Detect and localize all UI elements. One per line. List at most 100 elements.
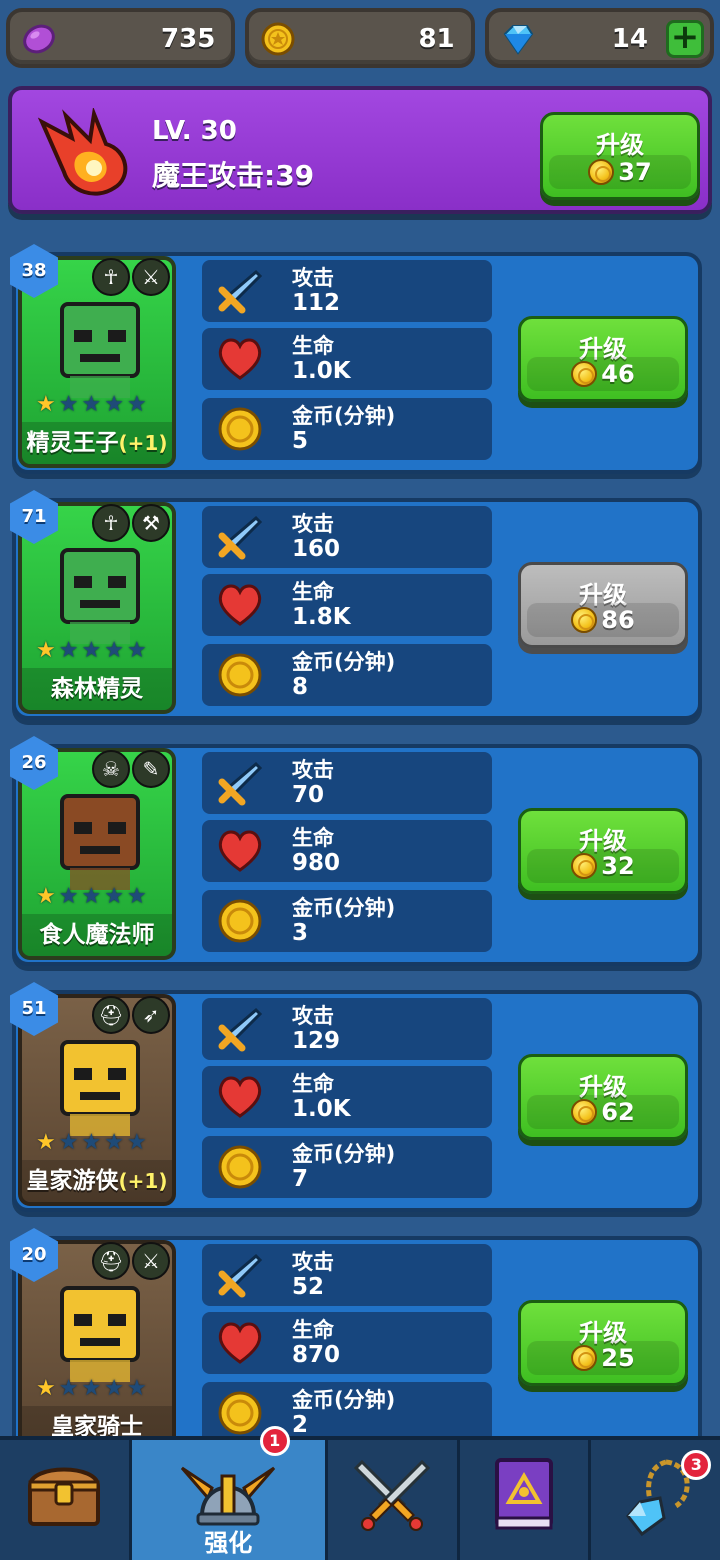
boss-level: LV. 30 xyxy=(152,116,237,146)
gold-rate-stat: 金币(分钟) 2 xyxy=(202,1382,492,1444)
hp-value: 1.0K xyxy=(292,358,351,384)
star-empty-icon: ★ xyxy=(126,638,147,663)
attack-label: 攻击 xyxy=(292,266,334,290)
sword-icon xyxy=(218,1007,263,1052)
hero-stars: ★ ★ ★ ★ ★ xyxy=(36,394,147,416)
bottom-nav: 1 强化 3 xyxy=(0,1426,720,1560)
hp-label: 生命 xyxy=(292,1318,334,1342)
gold-rate-value: 3 xyxy=(292,920,309,946)
tab-spellbook[interactable] xyxy=(460,1440,592,1560)
hero-class-icon: ⛑ xyxy=(92,996,130,1034)
attack-value: 52 xyxy=(292,1274,325,1300)
heart-icon xyxy=(218,830,262,872)
hp-label: 生命 xyxy=(292,1072,334,1096)
gold-rate-value: 7 xyxy=(292,1166,309,1192)
hp-stat: 生命 1.0K xyxy=(202,1066,492,1128)
treasure-chest-icon xyxy=(28,1467,101,1526)
heart-icon xyxy=(218,1076,262,1118)
star-empty-icon: ★ xyxy=(58,638,79,663)
star-empty-icon: ★ xyxy=(58,1130,79,1155)
boss-attack: 魔王攻击:39 xyxy=(152,159,315,192)
hero-card: ★ ★ ★ ★ ★ 食人魔法师 26 ☠ ✎ 攻击 70 生命 980 金币(分… xyxy=(10,736,702,966)
elixir-icon xyxy=(23,24,55,54)
gold-rate-value: 5 xyxy=(292,428,309,454)
star-empty-icon: ★ xyxy=(104,884,124,909)
hero-stars: ★ ★ ★ ★ ★ xyxy=(36,640,147,662)
star-empty-icon: ★ xyxy=(81,392,102,417)
attack-value: 129 xyxy=(292,1028,341,1054)
elixir-value: 735 xyxy=(161,24,216,54)
currency-bar: 735 81 14 + xyxy=(6,8,714,70)
spellbook-icon xyxy=(494,1458,553,1530)
hp-stat: 生命 1.0K xyxy=(202,328,492,390)
hero-upgrade-button[interactable]: 升级 32 xyxy=(518,808,688,894)
coin-icon xyxy=(571,1345,598,1371)
tab-amulet[interactable]: 3 xyxy=(591,1440,720,1560)
sword-icon xyxy=(218,269,263,314)
gold-rate-value: 2 xyxy=(292,1412,309,1438)
coin-icon xyxy=(571,1099,598,1125)
star-empty-icon: ★ xyxy=(126,1376,147,1401)
star-empty-icon: ★ xyxy=(81,638,102,663)
gold-coin-icon xyxy=(218,1391,262,1435)
crossed-swords-icon xyxy=(354,1459,431,1531)
hp-stat: 生命 980 xyxy=(202,820,492,882)
gold-rate-stat: 金币(分钟) 3 xyxy=(202,890,492,952)
star-empty-icon: ★ xyxy=(81,1130,102,1155)
star-empty-icon: ★ xyxy=(104,1130,124,1155)
gold-value: 81 xyxy=(418,24,455,54)
star-empty-icon: ★ xyxy=(58,884,79,909)
tab-chest[interactable] xyxy=(0,1440,132,1560)
hero-class-icon: ☥ xyxy=(92,504,130,542)
attack-value: 160 xyxy=(292,536,341,562)
star-empty-icon: ★ xyxy=(104,638,124,663)
star-empty-icon: ★ xyxy=(58,392,79,417)
tab-battle[interactable] xyxy=(328,1440,460,1560)
attack-stat: 攻击 129 xyxy=(202,998,492,1060)
hero-bonus: (+1) xyxy=(118,1169,168,1193)
hero-upgrade-button[interactable]: 升级 86 xyxy=(518,562,688,648)
gold-rate-stat: 金币(分钟) 7 xyxy=(202,1136,492,1198)
gold-coin-icon xyxy=(218,1145,262,1189)
hero-name: 皇家游侠 xyxy=(26,1168,119,1194)
hero-stars: ★ ★ ★ ★ ★ xyxy=(36,1378,147,1400)
gold-rate-stat: 金币(分钟) 5 xyxy=(202,398,492,460)
gem-icon xyxy=(503,25,533,55)
heart-icon xyxy=(218,338,262,380)
sword-icon xyxy=(218,761,263,806)
attack-label: 攻击 xyxy=(292,1250,334,1274)
hero-upgrade-button[interactable]: 升级 25 xyxy=(518,1300,688,1386)
hero-upgrade-cost: 86 xyxy=(601,606,635,634)
hero-upgrade-cost-row: 25 xyxy=(527,1341,679,1375)
star-filled-icon: ★ xyxy=(36,638,56,663)
gold-rate-label: 金币(分钟) xyxy=(292,1142,396,1166)
attack-stat: 攻击 112 xyxy=(202,260,492,322)
tab-upgrade[interactable]: 1 强化 xyxy=(131,1426,328,1560)
hero-upgrade-cost: 46 xyxy=(601,360,635,388)
boss-upgrade-cost-row: 37 xyxy=(549,155,691,189)
gold-rate-label: 金币(分钟) xyxy=(292,404,396,428)
hero-bonus: (+1) xyxy=(118,431,168,455)
hero-upgrade-cost: 32 xyxy=(601,852,635,880)
coin-icon xyxy=(571,853,598,879)
hp-value: 1.0K xyxy=(292,1096,351,1122)
hero-upgrade-button[interactable]: 升级 46 xyxy=(518,316,688,402)
sword-icon xyxy=(218,515,263,560)
hero-upgrade-button[interactable]: 升级 62 xyxy=(518,1054,688,1140)
star-empty-icon: ★ xyxy=(58,1376,79,1401)
boss-panel: LV. 30 魔王攻击:39 升级 37 xyxy=(8,86,712,214)
star-empty-icon: ★ xyxy=(104,1376,124,1401)
star-filled-icon: ★ xyxy=(36,1376,56,1401)
hero-name: 食人魔法师 xyxy=(39,922,155,948)
fireball-icon xyxy=(37,108,128,196)
hero-card: ★★★★★ 皇家游侠(+1) 51 ⛑ ➶ 攻击 129 生命 1.0K xyxy=(10,982,702,1212)
attack-stat: 攻击 160 xyxy=(202,506,492,568)
attack-label: 攻击 xyxy=(292,1004,334,1028)
attack-stat: 攻击 70 xyxy=(202,752,492,814)
gold-coin-icon xyxy=(218,899,262,943)
hero-class-icon: ☥ xyxy=(92,258,130,296)
boss-upgrade-button[interactable]: 升级 37 xyxy=(540,112,700,200)
buy-gems-button[interactable]: + xyxy=(665,20,704,58)
hero-upgrade-cost-row: 32 xyxy=(527,849,679,883)
sword-icon xyxy=(218,1253,263,1298)
